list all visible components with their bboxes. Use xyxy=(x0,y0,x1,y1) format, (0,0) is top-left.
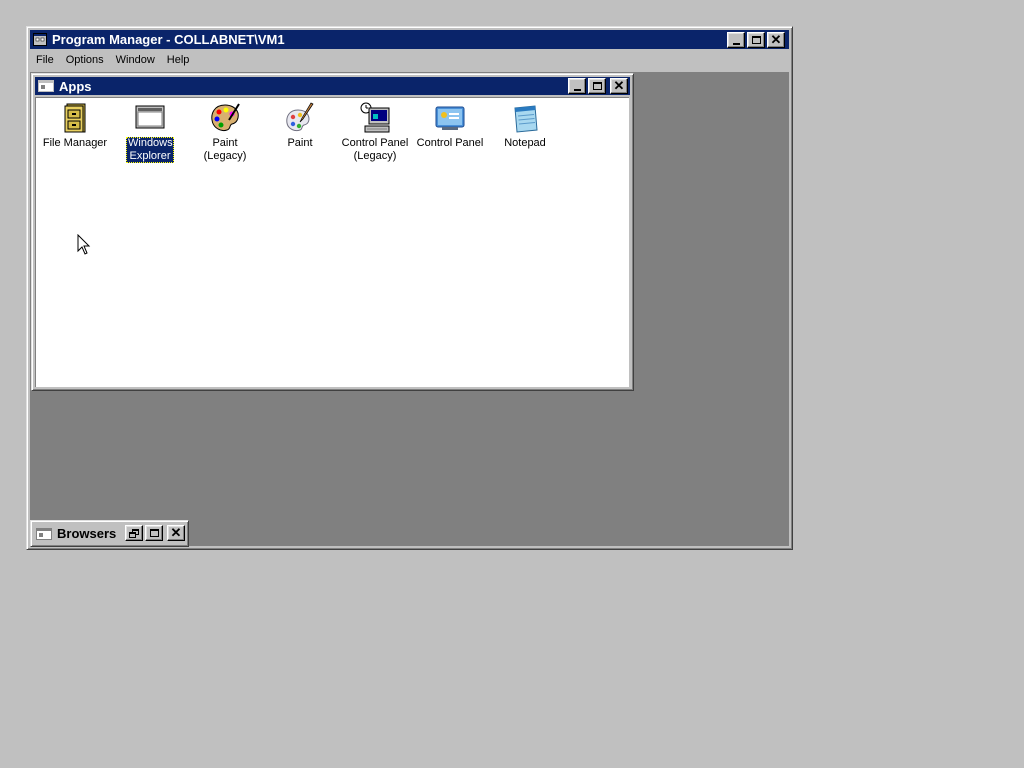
maximize-icon xyxy=(592,82,602,90)
browsers-maximize-button[interactable] xyxy=(145,525,163,541)
control-panel-icon xyxy=(434,102,466,134)
browsers-window-minimized[interactable]: Browsers ✕ xyxy=(30,520,189,547)
menu-window[interactable]: Window xyxy=(110,54,161,66)
close-icon: ✕ xyxy=(613,78,625,93)
program-manager-title: Program Manager - COLLABNET\VM1 xyxy=(52,32,285,47)
close-icon: ✕ xyxy=(170,525,182,540)
group-window-icon xyxy=(36,527,52,540)
close-button[interactable]: ✕ xyxy=(767,32,785,48)
icon-paint-legacy[interactable]: Paint (Legacy) xyxy=(190,102,260,163)
menu-help[interactable]: Help xyxy=(161,54,196,66)
apps-minimize-button[interactable] xyxy=(568,78,586,94)
browsers-titlebar[interactable]: Browsers ✕ xyxy=(33,523,186,544)
program-manager-window[interactable]: Program Manager - COLLABNET\VM1 ✕ File O… xyxy=(26,26,793,550)
menu-options[interactable]: Options xyxy=(60,54,110,66)
icon-label: Windows Explorer xyxy=(126,137,174,163)
program-manager-titlebar[interactable]: Program Manager - COLLABNET\VM1 ✕ xyxy=(30,30,789,49)
palette-icon xyxy=(209,102,241,134)
program-manager-icon xyxy=(33,33,47,46)
close-icon: ✕ xyxy=(770,32,782,47)
apps-title: Apps xyxy=(59,78,92,94)
minimize-icon xyxy=(732,42,740,45)
maximize-icon xyxy=(751,36,761,44)
window-icon xyxy=(134,102,166,134)
restore-icon xyxy=(129,528,139,538)
group-window-icon xyxy=(38,80,54,92)
apps-maximize-button[interactable] xyxy=(588,78,606,94)
maximize-icon xyxy=(149,529,159,537)
icon-label: Paint xyxy=(287,137,313,149)
computer-control-icon xyxy=(359,102,391,134)
icon-label: Control Panel xyxy=(416,137,484,149)
file-cabinet-icon xyxy=(59,102,91,134)
icon-label: Paint (Legacy) xyxy=(203,137,247,162)
notepad-icon xyxy=(509,102,541,134)
minimize-icon xyxy=(573,88,581,91)
icon-control-panel-legacy[interactable]: Control Panel (Legacy) xyxy=(340,102,410,163)
apps-content: File Manager Windows Explorer Paint (Leg… xyxy=(35,97,629,387)
icon-notepad[interactable]: Notepad xyxy=(490,102,560,150)
apps-titlebar[interactable]: Apps ✕ xyxy=(35,77,630,95)
minimize-button[interactable] xyxy=(727,32,745,48)
menu-file[interactable]: File xyxy=(30,54,60,66)
icon-label: Notepad xyxy=(504,137,546,149)
icon-label: Control Panel (Legacy) xyxy=(341,137,409,162)
icon-file-manager[interactable]: File Manager xyxy=(40,102,110,150)
icon-label: File Manager xyxy=(42,137,108,149)
browsers-title: Browsers xyxy=(57,526,117,541)
apps-close-button[interactable]: ✕ xyxy=(610,78,628,94)
icon-windows-explorer[interactable]: Windows Explorer xyxy=(115,102,185,163)
mouse-pointer-icon xyxy=(77,233,91,256)
menu-bar: File Options Window Help xyxy=(30,51,789,69)
browsers-restore-button[interactable] xyxy=(125,525,143,541)
browsers-close-button[interactable]: ✕ xyxy=(167,525,185,541)
apps-window[interactable]: Apps ✕ File Manager Windows Explorer Pai… xyxy=(31,73,634,391)
paint-brush-icon xyxy=(284,102,316,134)
icon-control-panel[interactable]: Control Panel xyxy=(415,102,485,150)
icon-paint[interactable]: Paint xyxy=(265,102,335,150)
maximize-button[interactable] xyxy=(747,32,765,48)
